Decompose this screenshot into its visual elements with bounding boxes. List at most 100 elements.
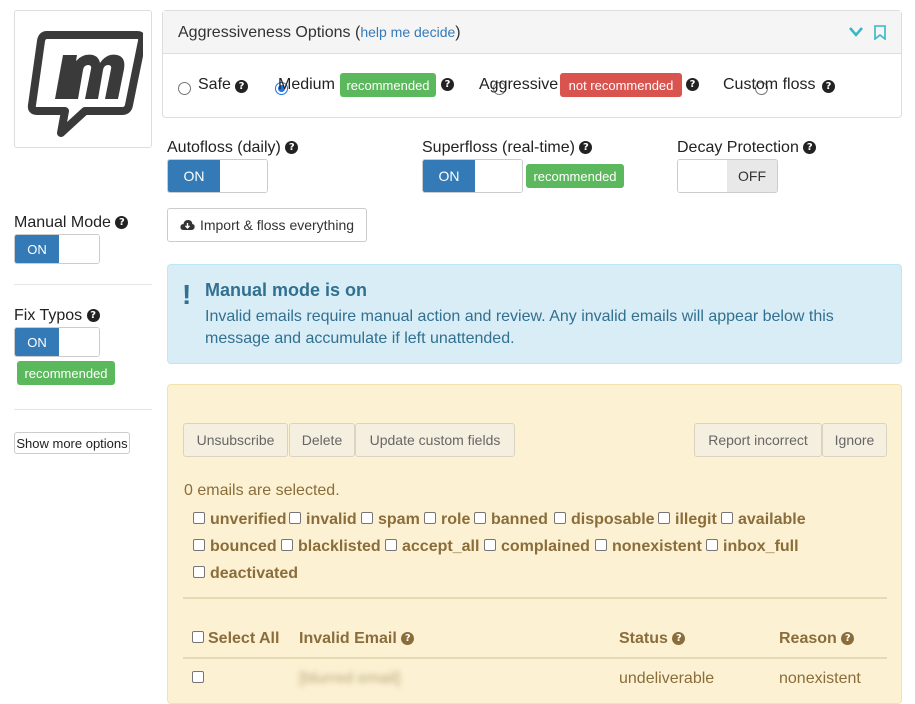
decay-protection-toggle[interactable]: OFF [677, 159, 778, 193]
checkbox[interactable] [193, 511, 205, 524]
filter-complained[interactable]: complained [484, 538, 590, 556]
column-header-status: Status ? [619, 630, 686, 648]
exclamation-icon: ! [182, 279, 192, 310]
filter-available[interactable]: available [721, 511, 806, 529]
filter-illegit[interactable]: illegit [658, 511, 717, 529]
filter-deactivated[interactable]: deactivated [193, 565, 298, 583]
checkbox[interactable] [706, 538, 718, 551]
manual-mode-label: Manual Mode ? [14, 214, 129, 232]
checkbox[interactable] [658, 511, 670, 524]
filter-blacklisted[interactable]: blacklisted [281, 538, 381, 556]
filter-disposable[interactable]: disposable [554, 511, 655, 529]
checkbox[interactable] [554, 511, 566, 524]
row-status: undeliverable [619, 670, 715, 687]
alert-title: Manual mode is on [205, 280, 368, 300]
decay-protection-label: Decay Protection ? [677, 139, 817, 157]
bookmark-icon[interactable] [874, 25, 886, 40]
option-aggressive-label: Aggressive [479, 76, 559, 93]
toggle-handle [678, 160, 727, 192]
help-icon[interactable]: ? [86, 309, 100, 323]
help-icon[interactable]: ? [285, 141, 299, 155]
help-icon[interactable]: ? [686, 78, 699, 91]
chevron-down-icon[interactable] [849, 27, 863, 37]
checkbox[interactable] [289, 511, 301, 524]
panel-title-text: Aggressiveness Options [178, 24, 351, 41]
checkbox[interactable] [424, 511, 436, 524]
help-icon[interactable]: ? [235, 80, 248, 93]
filter-accept-all[interactable]: accept_all [385, 538, 479, 556]
filter-spam[interactable]: spam [361, 511, 420, 529]
autofloss-label: Autofloss (daily) ? [167, 139, 299, 157]
row-email: [blurred email] [299, 670, 401, 687]
delete-button[interactable]: Delete [289, 423, 355, 457]
toggle-on-state: ON [168, 160, 220, 192]
select-all-checkbox[interactable] [192, 630, 204, 643]
recommended-badge: recommended [526, 164, 624, 188]
checkbox[interactable] [484, 538, 496, 551]
checkbox[interactable] [595, 538, 607, 551]
manual-mode-toggle[interactable]: ON [14, 234, 100, 264]
superfloss-toggle[interactable]: ON [422, 159, 523, 193]
filter-banned[interactable]: banned [474, 511, 548, 529]
row-reason: nonexistent [779, 670, 861, 687]
filter-nonexistent[interactable]: nonexistent [595, 538, 702, 556]
not-recommended-badge: not recommended [560, 73, 682, 97]
row-checkbox[interactable] [192, 671, 204, 683]
toggle-handle [475, 160, 522, 192]
autofloss-toggle[interactable]: ON [167, 159, 268, 193]
checkbox[interactable] [474, 511, 486, 524]
divider [183, 597, 887, 599]
checkbox[interactable] [281, 538, 293, 551]
select-all[interactable]: Select All [192, 630, 279, 648]
help-icon[interactable]: ? [803, 141, 817, 155]
radio-safe[interactable] [178, 81, 191, 95]
toggle-handle [59, 235, 99, 263]
selection-count: 0 emails are selected. [184, 482, 340, 499]
filter-invalid[interactable]: invalid [289, 511, 357, 529]
filter-bounced[interactable]: bounced [193, 538, 277, 556]
ignore-button[interactable]: Ignore [822, 423, 887, 457]
help-icon[interactable]: ? [672, 632, 686, 646]
help-icon[interactable]: ? [822, 80, 835, 93]
panel-header: Aggressiveness Options (help me decide) [163, 11, 901, 54]
import-button-label: Import & floss everything [199, 217, 355, 233]
fix-typos-toggle[interactable]: ON [14, 327, 100, 357]
panel-title: Aggressiveness Options (help me decide) [178, 24, 461, 41]
help-me-decide-link[interactable]: help me decide [360, 24, 455, 40]
checkbox[interactable] [385, 538, 397, 551]
checkbox[interactable] [361, 511, 373, 524]
column-header-reason: Reason ? [779, 630, 855, 648]
update-custom-fields-button[interactable]: Update custom fields [355, 423, 515, 457]
filter-role[interactable]: role [424, 511, 470, 529]
help-icon[interactable]: ? [401, 632, 415, 646]
filter-inbox-full[interactable]: inbox_full [706, 538, 799, 556]
recommended-badge: recommended [17, 361, 115, 385]
invalid-emails-panel: Unsubscribe Delete Update custom fields … [167, 384, 902, 704]
logo-icon [27, 31, 143, 137]
filter-unverified[interactable]: unverified [193, 511, 286, 529]
help-icon[interactable]: ? [579, 141, 593, 155]
unsubscribe-button[interactable]: Unsubscribe [183, 423, 288, 457]
option-custom-floss-label: Custom floss [723, 76, 816, 93]
fix-typos-label: Fix Typos ? [14, 307, 100, 325]
checkbox[interactable] [193, 565, 205, 578]
manual-mode-alert: ! Manual mode is on Invalid emails requi… [167, 264, 902, 364]
toggle-handle [59, 328, 99, 356]
sidebar-divider [14, 409, 152, 410]
import-floss-button[interactable]: Import & floss everything [167, 208, 367, 242]
toggle-off-state: OFF [727, 160, 777, 192]
help-icon[interactable]: ? [441, 78, 454, 91]
toggle-on-state: ON [15, 328, 59, 356]
help-icon[interactable]: ? [115, 216, 129, 230]
superfloss-label: Superfloss (real-time) ? [422, 139, 593, 157]
option-safe-label: Safe [198, 76, 231, 93]
checkbox[interactable] [193, 538, 205, 551]
show-more-options-button[interactable]: Show more options [14, 432, 130, 454]
option-medium-label: Medium [278, 76, 335, 93]
checkbox[interactable] [721, 511, 733, 524]
report-incorrect-button[interactable]: Report incorrect [694, 423, 822, 457]
toggle-on-state: ON [423, 160, 475, 192]
app-logo [14, 10, 152, 148]
aggressiveness-panel: Aggressiveness Options (help me decide) … [162, 10, 902, 118]
help-icon[interactable]: ? [841, 632, 855, 646]
